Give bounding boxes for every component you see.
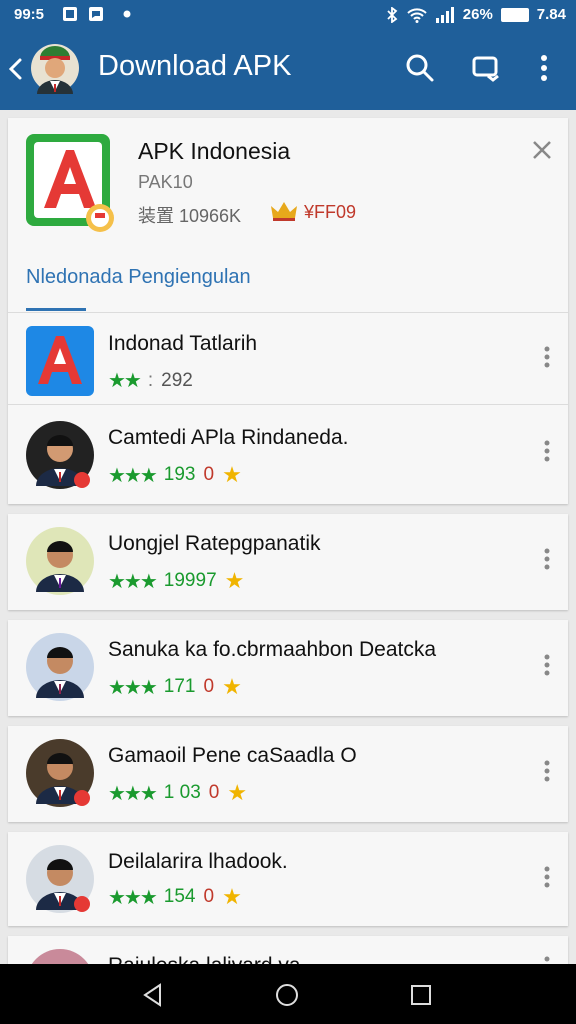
item-rating: ★★★ 171 0 ★ — [108, 674, 242, 700]
list-card: Deilalarira lhadook. ★★★ 154 0 ★ — [8, 832, 568, 926]
list-card: Sanuka ka fo.cbrmaahbon Deatcka ★★★ 171 … — [8, 620, 568, 716]
person-thumb — [26, 739, 94, 807]
nav-home-icon[interactable] — [274, 982, 300, 1008]
tab-indicator — [26, 308, 86, 311]
rating-zero: 0 — [203, 886, 215, 907]
app-badge: ¥FF09 — [304, 202, 357, 222]
app-code: PAK10 — [138, 172, 193, 192]
clock-right: 7.84 — [536, 6, 566, 23]
divider — [8, 404, 568, 405]
app-size: 装置 10966K — [138, 206, 242, 226]
rating-count: 193 — [163, 464, 196, 485]
status-time: 99:5 — [14, 6, 45, 23]
gold-star-icon: ★ — [222, 462, 242, 487]
list-item[interactable]: Sanuka ka fo.cbrmaahbon Deatcka ★★★ 171 … — [8, 620, 568, 716]
cast-icon[interactable] — [468, 50, 504, 86]
item-name: Deilalarira lhadook. — [108, 850, 288, 873]
list-card: Uongjel Ratepgpanatik ★★★ 19997 ★ — [8, 514, 568, 610]
item-name: Camtedi APla Rindaneda. — [108, 426, 349, 449]
item-name: Sanuka ka fo.cbrmaahbon Deatcka — [108, 638, 437, 661]
apk-logo-thumb — [26, 326, 94, 396]
nav-back-icon[interactable] — [140, 982, 166, 1008]
rating-count: 19997 — [163, 570, 217, 591]
more-vert-icon[interactable] — [544, 548, 550, 570]
battery-percent: 26% — [462, 6, 493, 23]
gold-star-icon: ★ — [222, 884, 242, 909]
rating-count: 1 03 — [163, 782, 201, 803]
rating-count: 171 — [163, 676, 196, 697]
crown-icon — [271, 202, 297, 221]
rating-stars: ★★★ — [108, 570, 158, 593]
gold-star-icon: ★ — [222, 674, 242, 699]
search-icon[interactable] — [402, 50, 438, 86]
app-bar: Download APK — [0, 30, 576, 110]
rating-stars: ★★★ — [108, 676, 158, 699]
item-name: Indonad Tatlarih — [108, 332, 258, 355]
list-item[interactable]: Gamaoil Pene caSaadla O ★★★ 1 03 0 ★ — [8, 726, 568, 822]
more-vert-icon[interactable] — [544, 654, 550, 676]
rating-stars: ★★★ — [108, 782, 158, 805]
item-rating: ★★★ 154 0 ★ — [108, 884, 242, 910]
notification-icon — [63, 7, 77, 21]
tab-active[interactable]: Nledonada Pengiengulan — [26, 266, 251, 289]
list-item[interactable]: Deilalarira lhadook. ★★★ 154 0 ★ — [8, 832, 568, 926]
rating-stars: ★★★ — [108, 464, 158, 487]
gold-star-icon: ★ — [227, 780, 248, 805]
message-icon — [89, 7, 103, 21]
item-rating: ★★★ 1 03 0 ★ — [108, 780, 247, 806]
rating-zero: 0 — [203, 676, 215, 697]
rating-count: 292 — [161, 369, 193, 391]
item-rating: ★★ : 292 — [108, 369, 193, 393]
more-vert-icon[interactable] — [544, 440, 550, 462]
avatar[interactable] — [30, 38, 80, 98]
status-right: 26% 7.84 — [385, 6, 566, 23]
rating-stars: ★★ — [108, 370, 142, 392]
bluetooth-icon — [387, 6, 398, 23]
dot-icon — [123, 10, 131, 18]
more-vert-icon[interactable] — [544, 346, 550, 368]
person-thumb — [26, 633, 94, 701]
more-vert-icon[interactable] — [526, 50, 562, 86]
wifi-icon — [407, 7, 427, 23]
system-nav-bar — [0, 964, 576, 1024]
nav-recents-icon[interactable] — [408, 982, 434, 1008]
list-card: Gamaoil Pene caSaadla O ★★★ 1 03 0 ★ — [8, 726, 568, 822]
list-item[interactable]: Indonad Tatlarih ★★ : 292 — [8, 312, 568, 412]
rating-zero: 0 — [208, 782, 220, 803]
more-vert-icon[interactable] — [544, 866, 550, 888]
person-thumb — [26, 845, 94, 913]
list-item[interactable]: Uongjel Ratepgpanatik ★★★ 19997 ★ — [8, 514, 568, 610]
item-name: Uongjel Ratepgpanatik — [108, 532, 321, 555]
item-rating: ★★★ 193 0 ★ — [108, 462, 242, 488]
app-name: APK Indonesia — [138, 138, 291, 164]
rating-stars: ★★★ — [108, 886, 158, 909]
gold-star-icon: ★ — [224, 568, 245, 593]
person-thumb — [26, 527, 94, 595]
more-vert-icon[interactable] — [544, 760, 550, 782]
back-icon[interactable] — [6, 54, 26, 84]
featured-card: APK Indonesia PAK10 装置 10966K ¥FF09 Nled… — [8, 118, 568, 504]
rating-count: 154 — [163, 886, 196, 907]
person-thumb — [26, 421, 94, 489]
page-title: Download APK — [98, 50, 292, 82]
apk-app-icon[interactable] — [26, 134, 120, 232]
close-icon[interactable] — [530, 138, 554, 162]
signal-icon — [435, 6, 454, 23]
status-bar: 99:5 26% 7.84 — [0, 0, 576, 30]
list-item[interactable]: Camtedi APla Rindaneda. ★★★ 193 0 ★ — [8, 406, 568, 506]
battery-icon — [500, 7, 529, 22]
item-rating: ★★★ 19997 ★ — [108, 568, 244, 594]
item-name: Gamaoil Pene caSaadla O — [108, 744, 357, 767]
rating-zero: 0 — [203, 464, 215, 485]
